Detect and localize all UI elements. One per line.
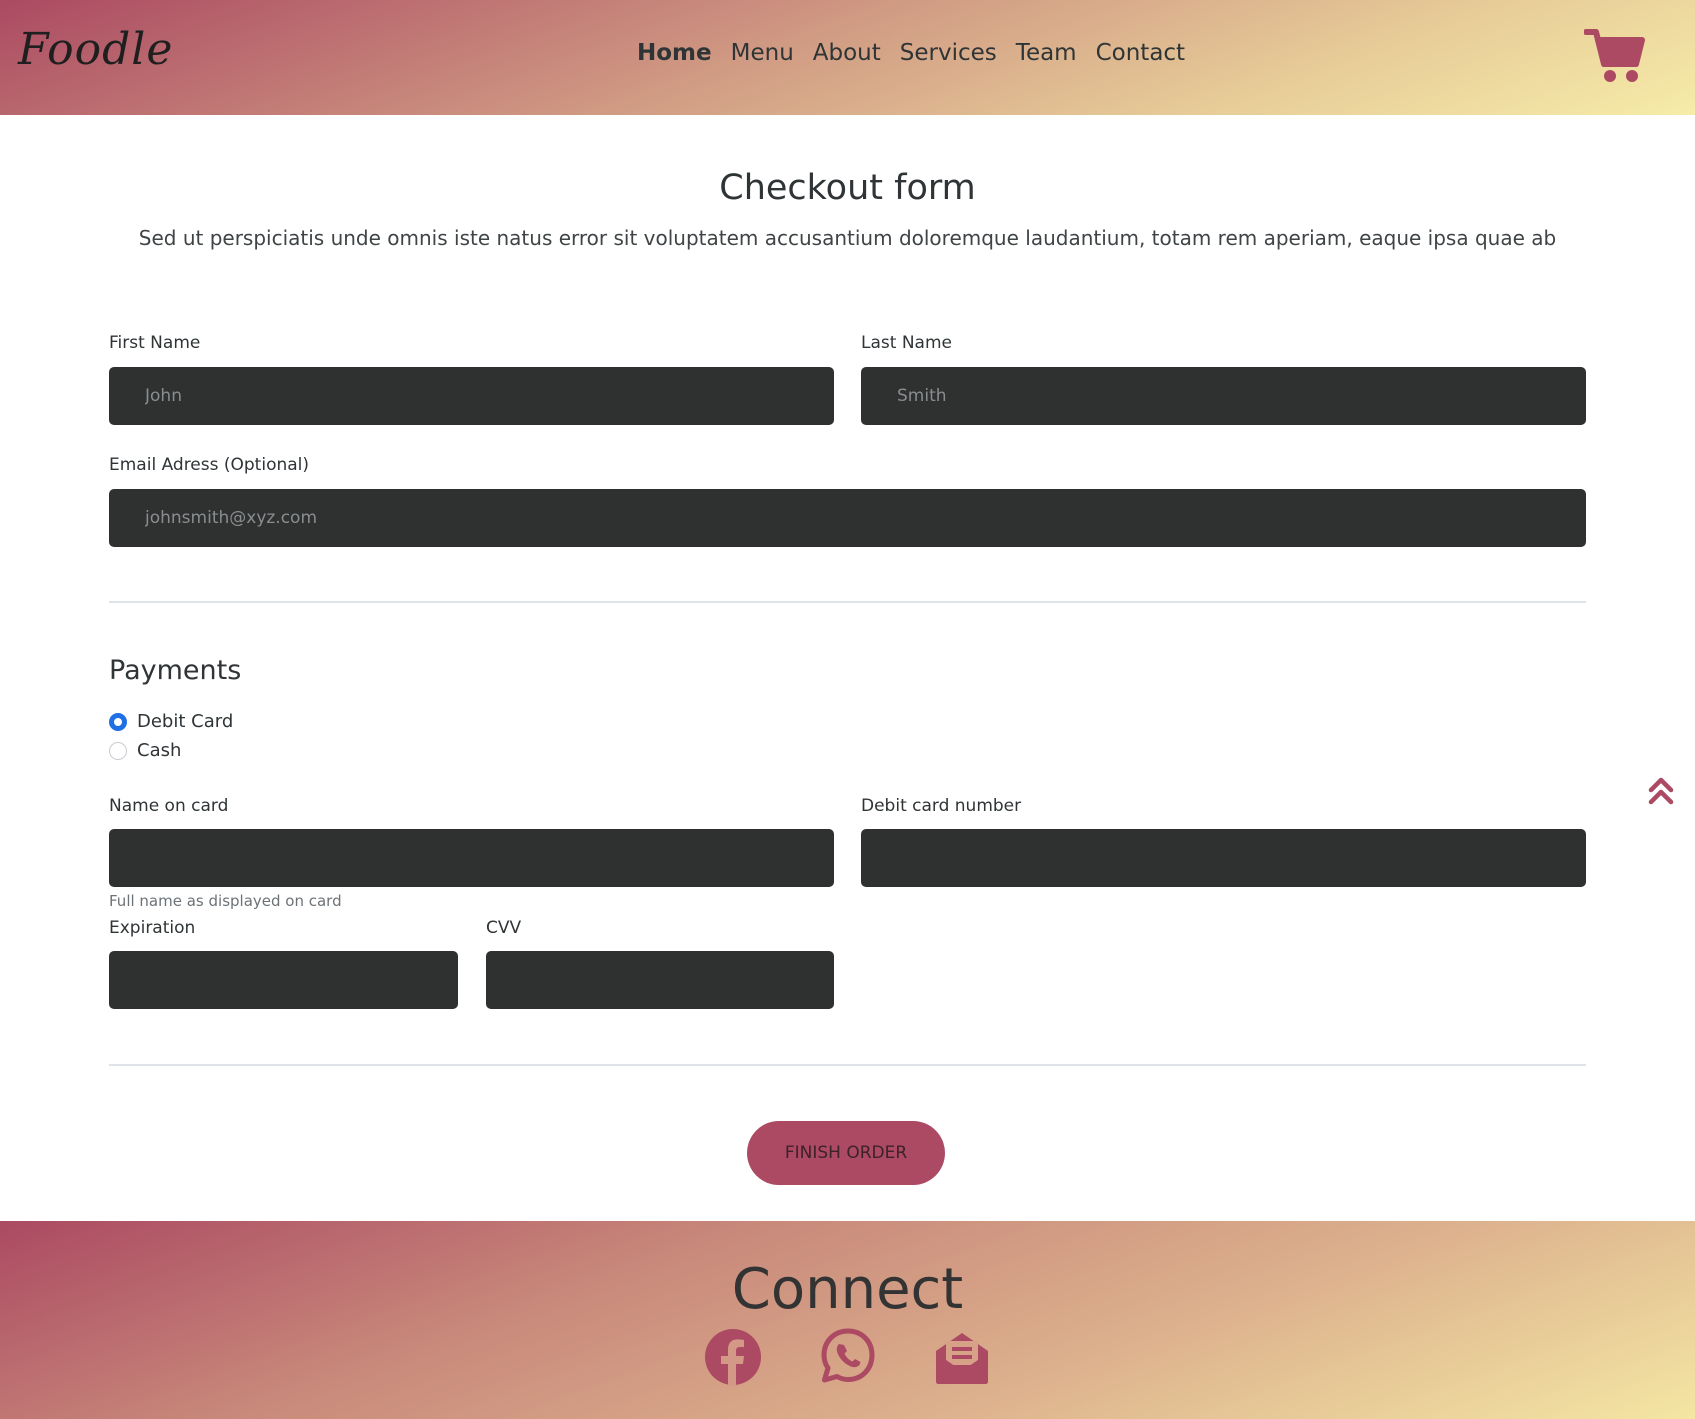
nav-about[interactable]: About	[813, 40, 881, 66]
double-chevron-up-icon[interactable]	[1648, 776, 1674, 806]
section-divider	[109, 601, 1586, 603]
card-number-label: Debit card number	[861, 796, 1022, 816]
nav-contact[interactable]: Contact	[1096, 40, 1185, 66]
first-name-label: First Name	[109, 333, 201, 353]
radio-label-cash: Cash	[137, 740, 182, 761]
expiration-input[interactable]	[109, 951, 458, 1009]
main-nav: Home Menu About Services Team Contact	[637, 40, 1185, 66]
radio-button-checked[interactable]	[109, 712, 127, 731]
radio-cash[interactable]: Cash	[109, 740, 181, 761]
last-name-label: Last Name	[861, 333, 952, 353]
payments-heading: Payments	[109, 655, 242, 686]
footer-title: Connect	[731, 1257, 964, 1322]
last-name-input[interactable]	[861, 367, 1586, 425]
cvv-input[interactable]	[486, 951, 834, 1009]
whatsapp-icon[interactable]	[821, 1328, 875, 1384]
page-subtitle: Sed ut perspiciatis unde omnis iste natu…	[138, 226, 1557, 250]
email-label: Email Adress (Optional)	[109, 455, 310, 475]
nav-home[interactable]: Home	[637, 40, 712, 66]
name-on-card-input[interactable]	[109, 829, 834, 887]
radio-button[interactable]	[109, 741, 127, 760]
first-name-input[interactable]	[109, 367, 834, 425]
email-input[interactable]	[109, 489, 1586, 547]
radio-label-debit-card: Debit Card	[137, 711, 234, 732]
finish-order-button[interactable]: FINISH ORDER	[747, 1121, 945, 1185]
radio-debit-card[interactable]: Debit Card	[109, 711, 233, 732]
shopping-cart-icon[interactable]	[1584, 28, 1646, 84]
nav-team[interactable]: Team	[1016, 40, 1077, 66]
section-divider	[109, 1064, 1586, 1066]
brand-logo[interactable]: Foodle	[18, 24, 173, 75]
card-number-input[interactable]	[861, 829, 1586, 887]
page-title: Checkout form	[719, 168, 976, 208]
name-on-card-helper: Full name as displayed on card	[109, 892, 342, 910]
cvv-label: CVV	[486, 918, 522, 938]
facebook-icon[interactable]	[704, 1328, 762, 1386]
expiration-label: Expiration	[109, 918, 196, 938]
nav-menu[interactable]: Menu	[731, 40, 794, 66]
site-header: Foodle Home Menu About Services Team Con…	[0, 0, 1695, 115]
mail-open-icon[interactable]	[932, 1327, 992, 1387]
site-footer: Connect	[0, 1221, 1695, 1419]
name-on-card-label: Name on card	[109, 796, 229, 816]
nav-services[interactable]: Services	[900, 40, 997, 66]
